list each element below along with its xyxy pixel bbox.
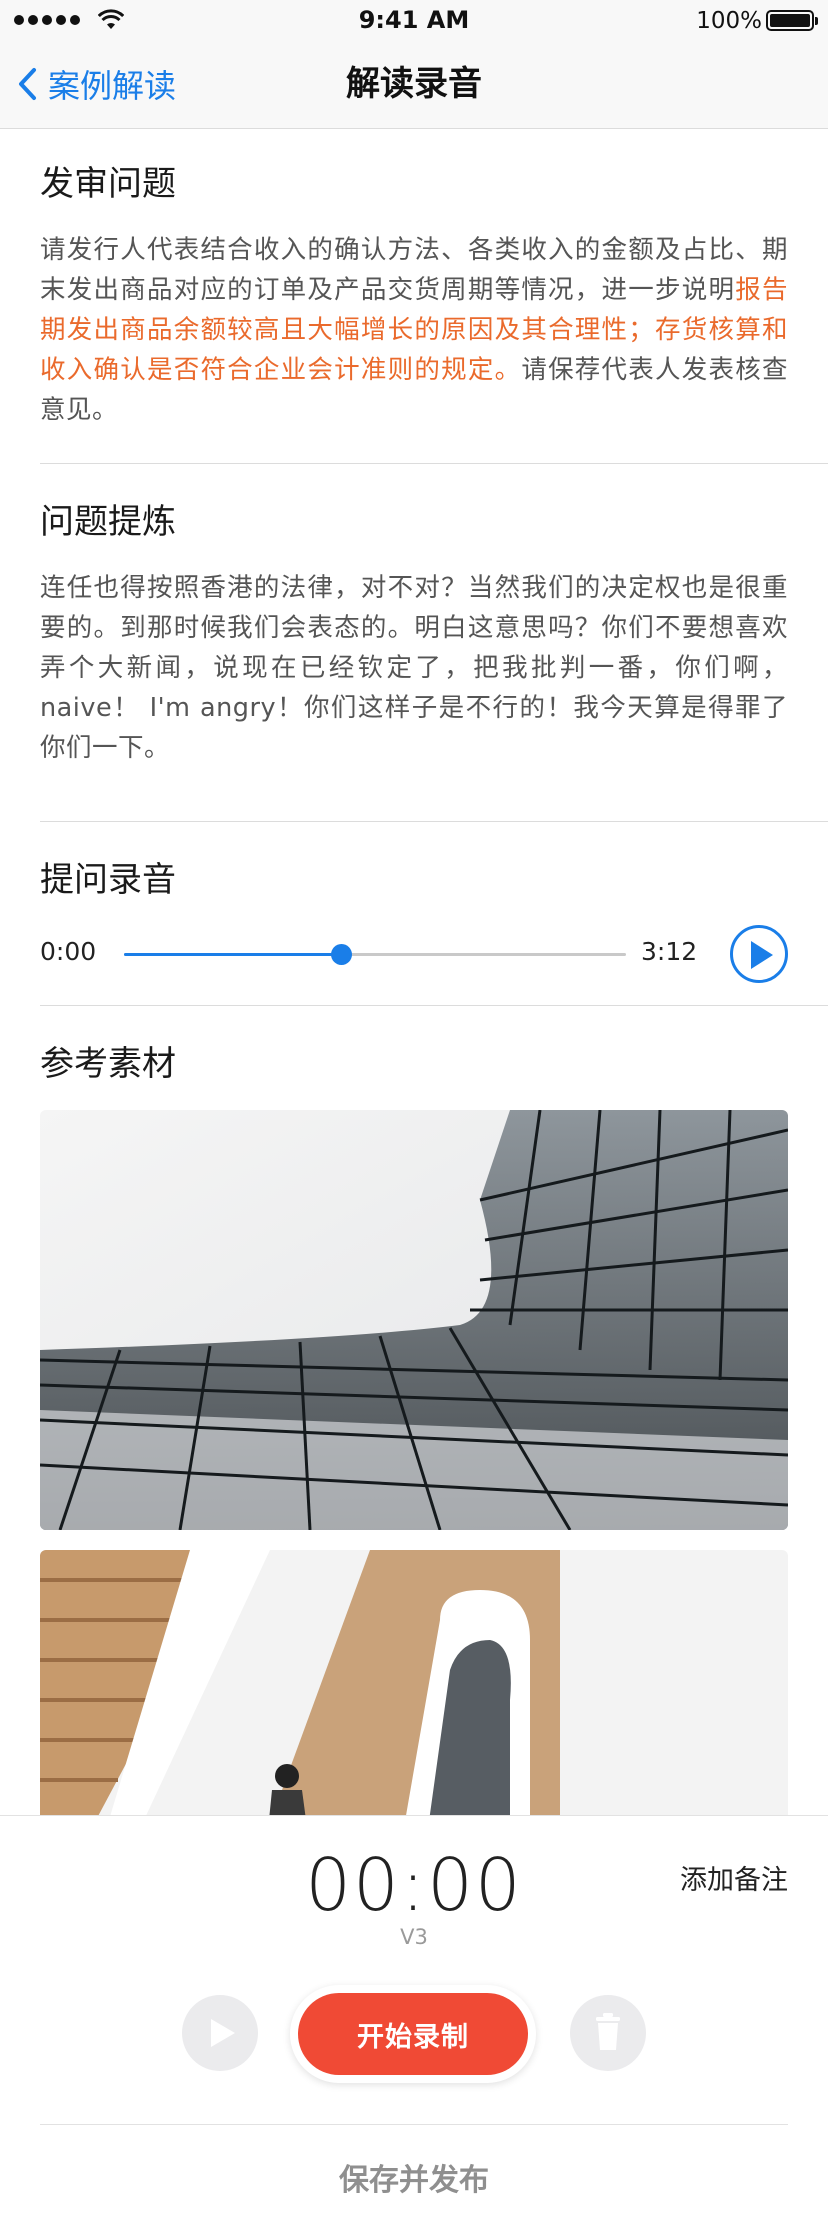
divider xyxy=(40,1005,828,1006)
review-question-text: 请发行人代表结合收入的确认方法、各类收入的金额及占比、期末发出商品对应的订单及产… xyxy=(40,230,788,430)
review-question-title: 发审问题 xyxy=(40,164,176,204)
battery-icon xyxy=(766,10,818,31)
audio-current-time: 0:00 xyxy=(40,937,97,966)
audio-total-time: 3:12 xyxy=(641,937,698,966)
divider xyxy=(40,463,828,464)
question-refine-title: 问题提炼 xyxy=(40,502,176,542)
reference-image-stairs[interactable] xyxy=(40,1550,788,1850)
play-icon[interactable] xyxy=(182,1995,258,2071)
page-title: 解读录音 xyxy=(346,64,482,104)
audio-progress-played xyxy=(124,953,342,956)
materials-title: 参考素材 xyxy=(40,1044,176,1084)
play-circle-icon[interactable] xyxy=(730,925,788,983)
review-question-text-before: 请发行人代表结合收入的确认方法、各类收入的金额及占比、期末发出商品对应的订单及产… xyxy=(40,235,788,305)
divider xyxy=(40,821,828,822)
question-refine-text: 连任也得按照香港的法律，对不对？当然我们的决定权也是很重要的。到那时候我们会表态… xyxy=(40,573,788,763)
save-publish-button[interactable]: 保存并发布 xyxy=(0,2155,828,2199)
battery-percentage: 100% xyxy=(696,8,762,34)
status-bar: 9:41 AM 100% xyxy=(0,0,828,40)
version-label: V3 xyxy=(400,1925,428,1949)
record-button-frame: 开始录制 xyxy=(290,1985,536,2083)
trash-icon[interactable] xyxy=(570,1995,646,2071)
reference-image-building[interactable] xyxy=(40,1110,788,1530)
divider xyxy=(40,2124,788,2125)
start-recording-button[interactable]: 开始录制 xyxy=(298,1993,528,2075)
navigation-bar: 案例解读 解读录音 xyxy=(0,40,828,129)
recording-title: 提问录音 xyxy=(40,860,176,900)
audio-progress-slider[interactable] xyxy=(124,944,626,965)
audio-progress-thumb[interactable] xyxy=(331,944,353,965)
add-note-button[interactable]: 添加备注 xyxy=(680,1858,788,1897)
